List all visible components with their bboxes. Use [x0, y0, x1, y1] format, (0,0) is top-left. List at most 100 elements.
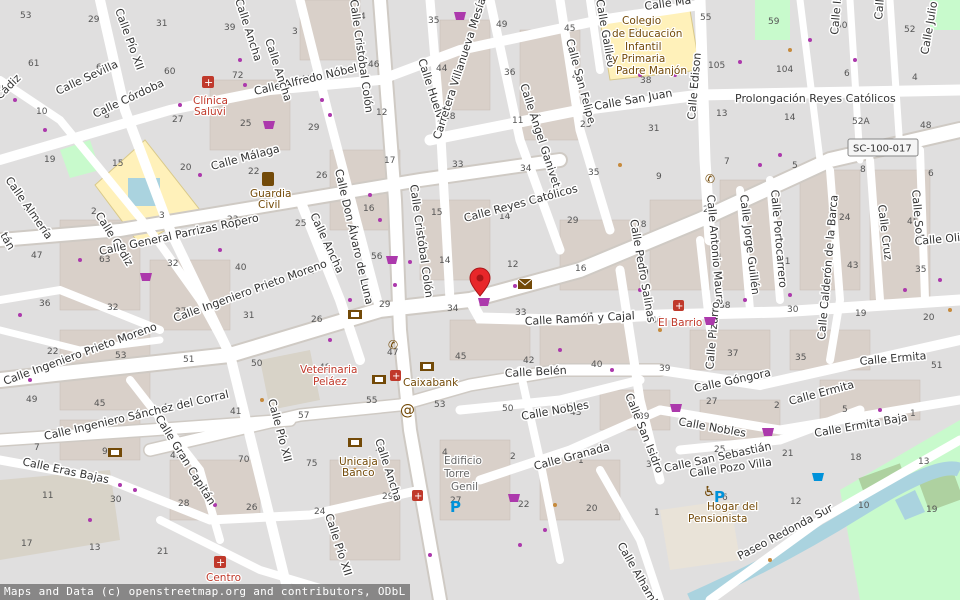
house-number: 53 — [115, 351, 126, 361]
poi-colegio-4: y Primaria — [612, 53, 665, 65]
house-number: 40 — [591, 360, 603, 370]
house-number: 35 — [795, 353, 806, 363]
poi-veterinaria-1: Veterinaria — [300, 364, 357, 376]
house-number: 72 — [232, 71, 243, 81]
house-number: 29 — [567, 216, 579, 226]
pharmacy-icon[interactable]: + — [202, 76, 214, 89]
phone-icon[interactable]: ✆ — [705, 172, 715, 186]
house-number: 4 — [912, 73, 918, 83]
bank-icon[interactable] — [372, 375, 386, 384]
house-number: 10 — [858, 501, 870, 511]
house-number: 16 — [575, 264, 587, 274]
label-prolongacion: Prolongación Reyes Católicos — [735, 92, 896, 105]
house-number: 34 — [447, 304, 459, 314]
svg-text:P: P — [450, 498, 461, 516]
house-number: 34 — [520, 164, 532, 174]
bank-icon[interactable] — [108, 448, 122, 457]
phone-icon[interactable]: ✆ — [388, 338, 398, 352]
map-attribution: Maps and Data (c) openstreetmap.org and … — [0, 584, 410, 600]
house-number: 13 — [918, 457, 929, 467]
house-number: 55 — [700, 13, 711, 23]
house-number: 35 — [428, 16, 439, 26]
house-number: 45 — [564, 24, 575, 34]
house-number: 19 — [44, 155, 56, 165]
house-number: 25 — [295, 219, 306, 229]
poi-guardia-line2: Civil — [258, 199, 280, 211]
pharmacy-icon[interactable]: + — [673, 300, 684, 312]
house-number: 51 — [183, 355, 194, 365]
house-number: 20 — [586, 504, 598, 514]
house-number: 17 — [21, 539, 32, 549]
house-number: 36 — [504, 68, 516, 78]
house-number: 13 — [89, 543, 100, 553]
bank-icon[interactable] — [420, 362, 434, 371]
house-number: 5 — [792, 161, 798, 171]
shop-icon[interactable] — [762, 428, 774, 436]
shop-icon[interactable] — [704, 317, 716, 325]
shop-icon[interactable] — [386, 256, 398, 264]
poi-colegio-1: Colegio — [622, 15, 661, 27]
shop-icon[interactable] — [670, 404, 682, 412]
shop-icon[interactable] — [263, 121, 275, 129]
house-number: 22 — [518, 500, 529, 510]
house-number: 104 — [776, 65, 793, 75]
internet-icon[interactable]: @ — [400, 401, 415, 419]
house-number: 35 — [588, 168, 599, 178]
house-number: 51 — [931, 361, 942, 371]
house-number: 26 — [246, 503, 258, 513]
pharmacy-icon[interactable]: + — [412, 490, 423, 502]
poi-caixabank: Caixabank — [403, 377, 459, 389]
house-number: 12 — [376, 108, 387, 118]
poi-colegio-5: Padre Manjón — [616, 65, 687, 77]
pharmacy-icon[interactable]: + — [390, 370, 401, 382]
house-number: 75 — [306, 459, 317, 469]
shop-icon[interactable] — [508, 494, 520, 502]
house-number: 13 — [716, 109, 727, 119]
house-number: 35 — [915, 265, 926, 275]
house-number: 36 — [39, 299, 51, 309]
house-number: 57 — [298, 411, 309, 421]
shop-icon[interactable] — [140, 273, 152, 281]
house-number: 26 — [316, 171, 328, 181]
poi-el-barrio: El Barrio — [658, 317, 702, 329]
house-number: 26 — [311, 315, 323, 325]
svg-text:@: @ — [400, 401, 415, 419]
house-number: 19 — [855, 309, 867, 319]
shop-icon[interactable] — [454, 12, 466, 20]
poi-unicaja-2: Banco — [342, 467, 375, 479]
house-number: 53 — [20, 11, 31, 21]
svg-text:P: P — [714, 488, 725, 506]
house-number: 31 — [156, 19, 167, 29]
bank-icon[interactable] — [348, 310, 362, 319]
house-number: 2 — [774, 401, 780, 411]
bank-icon[interactable] — [348, 438, 362, 447]
map-canvas[interactable]: 53 29 31 39 34 35 49 45 6555 59 50 5261 66 60 72 4646 44… — [0, 0, 960, 600]
police-icon[interactable] — [262, 172, 274, 186]
pharmacy-icon[interactable]: + — [214, 556, 226, 569]
house-number: 45 — [455, 352, 466, 362]
house-number: 6 — [928, 169, 934, 179]
house-number: 48 — [920, 121, 932, 131]
parking-icon[interactable]: P — [450, 498, 461, 516]
house-number: 9 — [102, 447, 108, 457]
house-number: 31 — [243, 311, 254, 321]
svg-text:+: + — [392, 371, 400, 382]
poi-colegio-2: de Educación — [612, 28, 682, 40]
house-number: 17 — [384, 156, 395, 166]
house-number: 21 — [157, 547, 168, 557]
shop-icon[interactable] — [812, 473, 824, 481]
house-number: 39 — [224, 23, 236, 33]
parking-icon[interactable]: P — [714, 488, 725, 506]
house-number: 7 — [724, 157, 730, 167]
house-number: 15 — [112, 159, 123, 169]
poi-centro: Centro — [206, 572, 241, 584]
house-number: 27 — [706, 397, 717, 407]
svg-text:+: + — [414, 491, 422, 502]
house-number: 29 — [379, 300, 391, 310]
house-number: 18 — [850, 453, 862, 463]
house-number: 45 — [94, 399, 105, 409]
house-number: 16 — [363, 204, 375, 214]
shop-icon[interactable] — [478, 298, 490, 306]
post-icon[interactable] — [517, 278, 533, 289]
house-number: 56 — [371, 252, 383, 262]
